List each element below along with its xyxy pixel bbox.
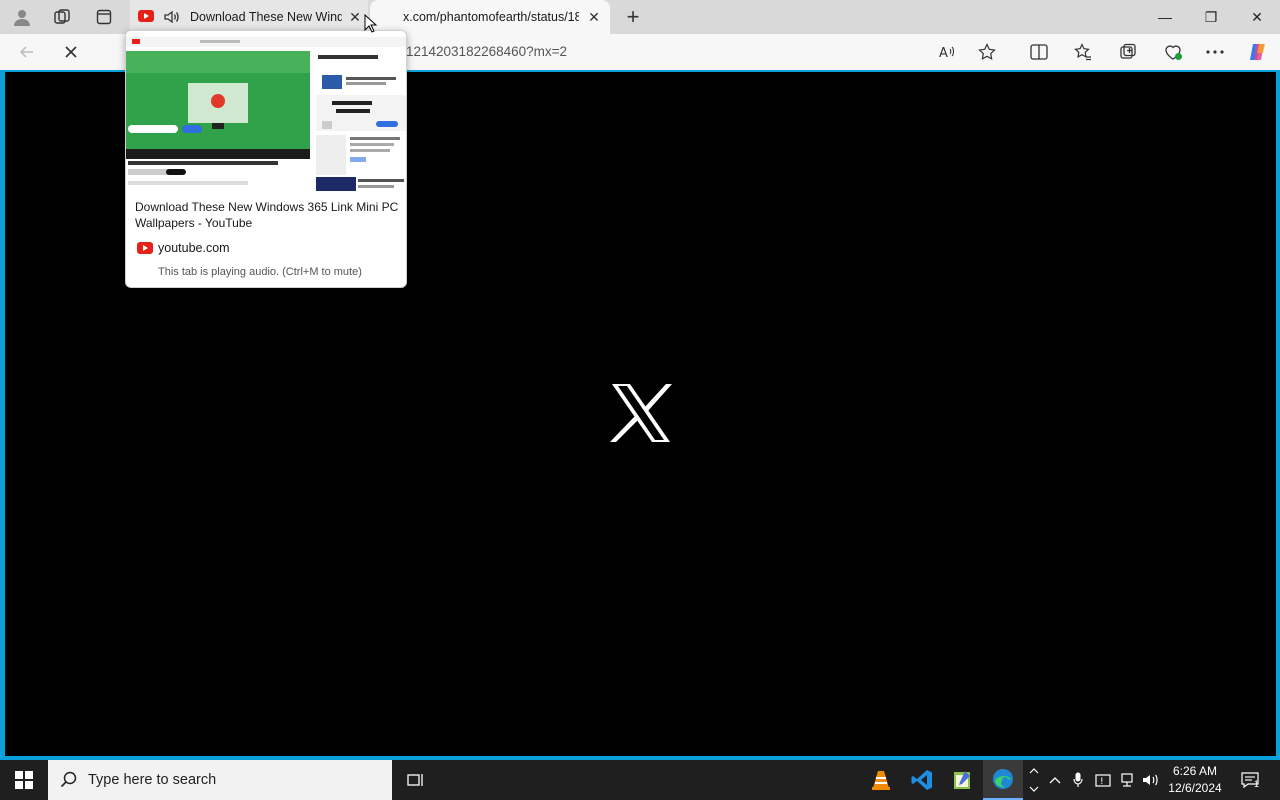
hover-card-audio-note: This tab is playing audio. (Ctrl+M to mu… [158,266,362,278]
back-button[interactable] [14,40,40,64]
close-tab-icon[interactable]: ✕ [346,8,364,26]
browser-window: Download These New Windo ✕ x.com/phantom… [0,0,1280,760]
clock-time: 6:26 AM [1172,764,1218,778]
favorites-icon[interactable] [1070,40,1096,64]
new-tab-button[interactable]: + [620,4,646,30]
mouse-cursor-icon [364,14,378,33]
restore-button[interactable]: ❐ [1188,0,1234,34]
tab-youtube[interactable]: Download These New Windo ✕ [130,0,368,34]
tab-strip: Download These New Windo ✕ x.com/phantom… [0,0,1280,34]
vlc-icon[interactable] [861,760,901,800]
task-view-icon[interactable] [396,760,436,800]
notification-count: 1 [1254,779,1260,789]
taskbar-clock[interactable]: 6:26 AM 12/6/2024 [1162,763,1228,797]
favorite-star-icon[interactable] [974,40,1000,64]
clock-date: 12/6/2024 [1168,781,1222,795]
tab-actions-icon[interactable] [92,5,116,29]
read-aloud-icon[interactable]: A [934,40,960,64]
tab-x[interactable]: x.com/phantomofearth/status/18 ✕ [370,0,610,34]
minimize-button[interactable]: — [1142,0,1188,34]
taskbar-search-box[interactable]: Type here to search [48,760,392,800]
x-logo-icon [610,384,672,442]
youtube-play-glyph [144,13,149,19]
search-icon [60,771,77,788]
volume-icon[interactable] [1140,760,1162,800]
hover-card-title: Download These New Windows 365 Link Mini… [135,200,399,230]
tab-title-youtube: Download These New Windo [190,10,342,24]
notifications-icon[interactable]: 1 [1236,760,1264,800]
split-screen-icon[interactable] [1026,40,1052,64]
search-placeholder: Type here to search [88,772,217,788]
more-options-icon[interactable] [1202,40,1228,64]
hover-card-site: youtube.com [158,241,230,255]
browser-essentials-icon[interactable] [1160,40,1186,64]
taskbar: Type here to search ! 6:26 AM 12/6/2024 … [0,760,1280,800]
collections-icon[interactable] [1115,40,1141,64]
close-window-button[interactable]: ✕ [1234,0,1280,34]
tab-title-x: x.com/phantomofearth/status/18 [403,10,579,24]
copilot-icon[interactable] [1245,40,1271,64]
stop-loading-button[interactable] [58,40,84,64]
youtube-icon [137,242,153,254]
svg-text:A: A [939,46,948,60]
address-url[interactable]: 1214203182268460?mx=2 [406,44,567,59]
security-icon[interactable]: ! [1092,760,1114,800]
profile-icon[interactable] [10,5,34,29]
close-tab-icon[interactable]: ✕ [585,8,603,26]
speaker-icon[interactable] [163,8,181,29]
show-hidden-icons-icon[interactable] [1046,760,1064,800]
svg-text:!: ! [1100,777,1104,787]
tab-hover-card: Download These New Windows 365 Link Mini… [125,30,407,288]
tab-preview-thumbnail [126,31,406,191]
vscode-icon[interactable] [902,760,942,800]
network-icon[interactable] [1116,760,1138,800]
start-button[interactable] [0,760,48,800]
scroll-arrows[interactable] [1026,760,1042,800]
windows-icon [15,771,33,789]
notepad-icon[interactable] [942,760,982,800]
workspaces-icon[interactable] [50,5,74,29]
microphone-icon[interactable] [1068,760,1088,800]
edge-icon[interactable] [983,760,1023,800]
